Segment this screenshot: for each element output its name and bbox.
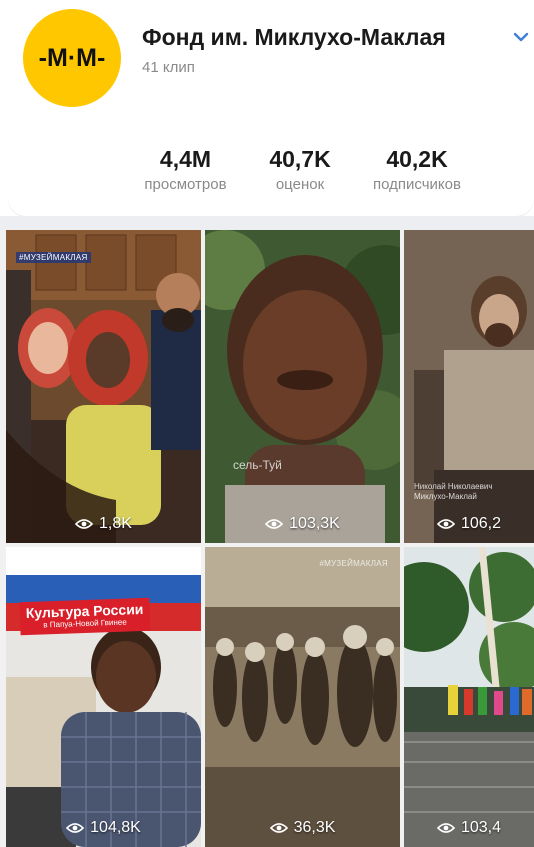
clip-preview-image bbox=[205, 230, 400, 543]
view-count-text: 103,3K bbox=[289, 515, 340, 532]
hashtag-label: #МУЗЕЙМАКЛАЯ bbox=[319, 559, 388, 568]
eye-icon bbox=[269, 823, 288, 833]
view-count-text: 103,4 bbox=[460, 819, 502, 836]
view-count: 106,2 bbox=[404, 515, 534, 533]
eye-icon bbox=[75, 519, 94, 529]
view-count-text: 1,8K bbox=[99, 515, 132, 532]
clip-preview-image bbox=[6, 230, 201, 543]
chevron-down-icon[interactable] bbox=[512, 30, 530, 44]
clip-preview-image bbox=[404, 547, 534, 847]
clip-thumbnail[interactable]: Культура России в Папуа-Новой Гвинее 104… bbox=[6, 547, 201, 847]
clip-thumbnail[interactable]: #МУЗЕЙМАКЛАЯ 1,8K bbox=[6, 230, 201, 543]
view-count: 104,8K bbox=[6, 819, 201, 837]
eye-icon bbox=[436, 823, 455, 833]
photo-caption: Николай Николаевич Миклухо-Маклай bbox=[414, 482, 493, 501]
clip-thumbnail[interactable]: 103,4 bbox=[404, 547, 534, 847]
channel-name[interactable]: Фонд им. Миклухо-Маклая bbox=[142, 24, 446, 51]
stat-ratings: 40,7K оценок bbox=[258, 146, 342, 196]
view-count: 36,3K bbox=[205, 819, 400, 837]
stat-value: 40,2K bbox=[386, 146, 448, 172]
clip-thumbnail[interactable]: сель-Туй 103,3K bbox=[205, 230, 400, 543]
stat-views: 4,4M просмотров bbox=[128, 146, 243, 196]
view-count-text: 36,3K bbox=[293, 819, 336, 836]
hashtag-label: #МУЗЕЙМАКЛАЯ bbox=[16, 252, 91, 263]
view-count: 103,4 bbox=[404, 819, 534, 837]
stat-value: 40,7K bbox=[269, 146, 331, 172]
channel-header: -М·М- Фонд им. Миклухо-Маклая 41 клип bbox=[0, 0, 534, 118]
eye-icon bbox=[265, 519, 284, 529]
stat-label: оценок bbox=[275, 176, 325, 193]
view-count: 103,3K bbox=[205, 515, 400, 533]
section-divider bbox=[0, 216, 534, 230]
clip-preview-image bbox=[205, 547, 400, 847]
video-overlay-text: сель-Туй bbox=[233, 458, 282, 472]
clip-thumbnail[interactable]: Николай Николаевич Миклухо-Маклай 106,2 bbox=[404, 230, 534, 543]
eye-icon bbox=[66, 823, 85, 833]
clips-grid: #МУЗЕЙМАКЛАЯ 1,8K сель-Туй 103,3K Никола… bbox=[0, 230, 534, 847]
clips-count: 41 клип bbox=[142, 59, 195, 76]
stat-label: просмотров bbox=[144, 176, 227, 193]
stat-value: 4,4M bbox=[159, 146, 212, 172]
view-count-text: 106,2 bbox=[460, 515, 502, 532]
view-count-text: 104,8K bbox=[90, 819, 141, 836]
clip-thumbnail[interactable]: #МУЗЕЙМАКЛАЯ 36,3K bbox=[205, 547, 400, 847]
stat-subscribers[interactable]: 40,2K подписчиков bbox=[355, 146, 479, 196]
stat-label: подписчиков bbox=[373, 176, 461, 193]
clip-preview-image bbox=[6, 547, 201, 847]
eye-icon bbox=[436, 519, 455, 529]
view-count: 1,8K bbox=[6, 515, 201, 533]
video-banner: Культура России в Папуа-Новой Гвинее bbox=[19, 597, 151, 636]
channel-logo[interactable]: -М·М- bbox=[23, 9, 121, 107]
